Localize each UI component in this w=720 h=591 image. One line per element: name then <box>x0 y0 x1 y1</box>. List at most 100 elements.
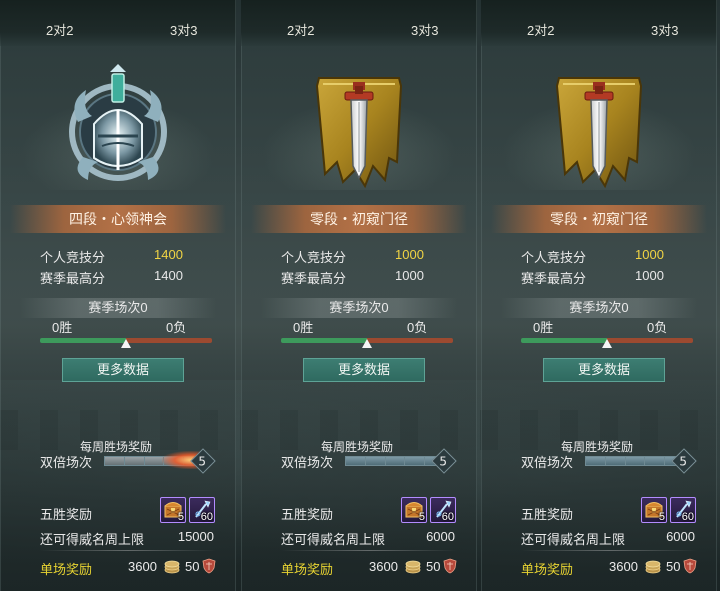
double-count-value: 5 <box>198 454 207 469</box>
arena-panel: 2对2 3对3 零段・初窥门径 个人竞技分 1000 赛季最高分 1000 赛季… <box>241 0 477 591</box>
five-win-reward-label: 五胜奖励 <box>40 507 93 522</box>
wins-count: 0胜 <box>52 320 73 335</box>
weekly-cap-label: 还可得威名周上限 <box>40 532 145 547</box>
progress-pip <box>385 457 406 465</box>
arena-stats-screen: 2对2 3对3 四段・心领神会 个人竞技分 1400 赛季最高分 1400 赛季… <box>0 0 720 591</box>
mode-tab-bar: 2对2 3对3 <box>481 0 717 46</box>
mode-tab-bar: 2对2 3对3 <box>0 0 236 46</box>
spear-icon[interactable]: 60 <box>189 497 215 523</box>
single-coin-value: 3600 <box>609 559 638 574</box>
tab-2v2[interactable]: 2对2 <box>287 20 314 39</box>
single-match-reward-label: 单场奖励 <box>40 562 93 577</box>
season-best-label: 赛季最高分 <box>281 271 347 286</box>
spear-icon[interactable]: 60 <box>430 497 456 523</box>
double-count-value: 5 <box>679 454 688 469</box>
divider <box>281 550 457 551</box>
wins-count: 0胜 <box>293 320 314 335</box>
weekly-cap-value: 15000 <box>177 529 214 544</box>
reward-count: 60 <box>200 511 213 523</box>
five-win-reward-label: 五胜奖励 <box>521 507 574 522</box>
season-best-value: 1400 <box>154 268 183 283</box>
tab-2v2[interactable]: 2对2 <box>527 20 554 39</box>
loss-portion <box>367 338 453 343</box>
personal-score-label: 个人竞技分 <box>40 250 106 265</box>
more-data-button[interactable]: 更多数据 <box>543 358 665 382</box>
weekly-cap-label: 还可得威名周上限 <box>281 532 386 547</box>
arena-panel: 2对2 3对3 零段・初窥门径 个人竞技分 1000 赛季最高分 1000 赛季… <box>481 0 717 591</box>
weekly-cap-value: 6000 <box>426 529 455 544</box>
double-matches-label: 双倍场次 <box>281 455 334 470</box>
progress-pip <box>124 457 145 465</box>
single-honor-value: 50 <box>185 559 200 574</box>
loss-portion <box>126 338 212 343</box>
single-honor-value: 50 <box>426 559 441 574</box>
tab-3v3[interactable]: 3对3 <box>651 20 678 39</box>
progress-pip <box>365 457 386 465</box>
single-match-reward-label: 单场奖励 <box>281 562 334 577</box>
personal-score-value: 1000 <box>395 247 424 262</box>
progress-pip <box>605 457 626 465</box>
ratio-marker-icon <box>362 339 372 348</box>
spear-icon[interactable]: 60 <box>670 497 696 523</box>
season-matches-title: 赛季场次0 <box>20 298 216 318</box>
wins-count: 0胜 <box>533 320 554 335</box>
coin-stack-icon <box>405 560 421 574</box>
gold-banner-sword-emblem-icon <box>299 62 419 192</box>
season-best-label: 赛季最高分 <box>40 271 106 286</box>
progress-pip <box>105 457 125 465</box>
honor-shield-icon <box>443 558 457 574</box>
more-data-button[interactable]: 更多数据 <box>62 358 184 382</box>
reward-count: 5 <box>418 511 425 523</box>
season-best-label: 赛季最高分 <box>521 271 587 286</box>
treasure-chest-icon[interactable]: 5 <box>160 497 186 523</box>
reward-count: 5 <box>658 511 665 523</box>
divider <box>521 550 697 551</box>
personal-score-value: 1400 <box>154 247 183 262</box>
win-portion <box>521 338 607 343</box>
weekly-cap-value: 6000 <box>666 529 695 544</box>
win-portion <box>281 338 367 343</box>
single-honor-value: 50 <box>666 559 681 574</box>
rank-title: 零段・初窥门径 <box>491 205 707 233</box>
season-matches-title: 赛季场次0 <box>261 298 457 318</box>
progress-pip <box>346 457 366 465</box>
progress-pip <box>405 457 426 465</box>
arena-panel: 2对2 3对3 四段・心领神会 个人竞技分 1400 赛季最高分 1400 赛季… <box>0 0 236 591</box>
loss-portion <box>607 338 693 343</box>
season-best-value: 1000 <box>635 268 664 283</box>
more-data-button[interactable]: 更多数据 <box>303 358 425 382</box>
personal-score-label: 个人竞技分 <box>521 250 587 265</box>
weekly-cap-label: 还可得威名周上限 <box>521 532 626 547</box>
double-count-badge: 5 <box>671 448 697 474</box>
reward-count: 60 <box>441 511 454 523</box>
treasure-chest-icon[interactable]: 5 <box>401 497 427 523</box>
single-match-reward-label: 单场奖励 <box>521 562 574 577</box>
reward-count: 60 <box>681 511 694 523</box>
progress-pip <box>645 457 666 465</box>
double-count-value: 5 <box>439 454 448 469</box>
honor-shield-icon <box>202 558 216 574</box>
rank-title: 四段・心领神会 <box>10 205 226 233</box>
treasure-chest-icon[interactable]: 5 <box>641 497 667 523</box>
coin-stack-icon <box>645 560 661 574</box>
double-matches-label: 双倍场次 <box>40 455 93 470</box>
single-coin-value: 3600 <box>369 559 398 574</box>
rank-title: 零段・初窥门径 <box>251 205 467 233</box>
five-win-reward-label: 五胜奖励 <box>281 507 334 522</box>
losses-count: 0负 <box>166 320 187 335</box>
season-best-value: 1000 <box>395 268 424 283</box>
tab-2v2[interactable]: 2对2 <box>46 20 73 39</box>
losses-count: 0负 <box>647 320 668 335</box>
personal-score-label: 个人竞技分 <box>281 250 347 265</box>
mode-tab-bar: 2对2 3对3 <box>241 0 477 46</box>
win-portion <box>40 338 126 343</box>
personal-score-value: 1000 <box>635 247 664 262</box>
single-coin-value: 3600 <box>128 559 157 574</box>
silver-helmet-emblem-icon <box>58 62 178 192</box>
ratio-marker-icon <box>602 339 612 348</box>
double-matches-progress <box>345 456 445 466</box>
tab-3v3[interactable]: 3对3 <box>411 20 438 39</box>
coin-stack-icon <box>164 560 180 574</box>
progress-pip <box>625 457 646 465</box>
tab-3v3[interactable]: 3对3 <box>170 20 197 39</box>
